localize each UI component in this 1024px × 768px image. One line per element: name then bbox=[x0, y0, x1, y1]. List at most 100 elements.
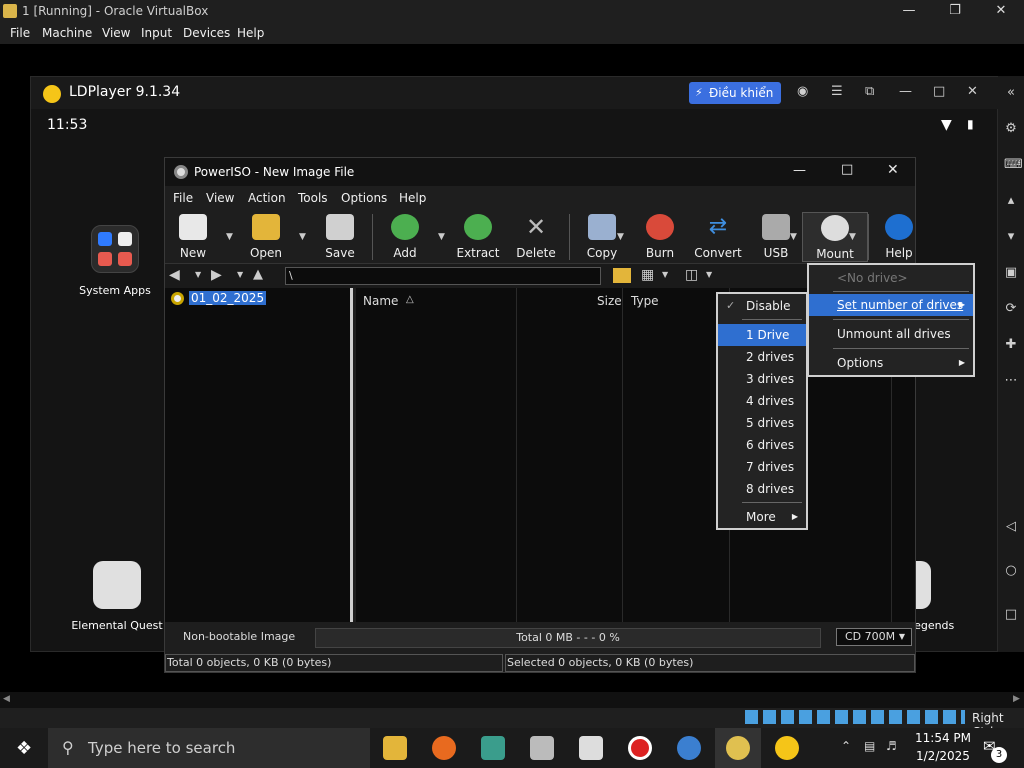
drives-8-item[interactable]: 8 drives bbox=[718, 478, 806, 500]
ldplayer-taskbar-icon[interactable] bbox=[775, 736, 799, 760]
copy-dropdown-arrow[interactable]: ▼ bbox=[617, 232, 624, 242]
network-icon[interactable]: ▤ bbox=[864, 739, 875, 753]
back-icon[interactable]: ◁ bbox=[1004, 520, 1018, 534]
column-name[interactable]: Name bbox=[363, 294, 398, 308]
fullscreen-icon[interactable]: ▣ bbox=[1004, 266, 1018, 280]
control-button[interactable]: Điều khiển bbox=[689, 82, 781, 104]
firefox-icon[interactable] bbox=[432, 736, 456, 760]
drives-disable-item[interactable]: ✓ Disable bbox=[718, 295, 806, 317]
column-type[interactable]: Type bbox=[631, 294, 659, 308]
layout-dropdown-arrow[interactable]: ▼ bbox=[706, 270, 712, 279]
account-icon[interactable]: ◉ bbox=[797, 84, 808, 99]
taskbar-date[interactable]: 1/2/2025 bbox=[916, 749, 970, 763]
elemental-quest-shortcut[interactable] bbox=[93, 561, 141, 609]
piso-minimize-button[interactable]: — bbox=[793, 163, 806, 178]
vm-scrollbar[interactable]: ◀ ▶ bbox=[0, 692, 1024, 708]
piso-menu-help[interactable]: Help bbox=[399, 191, 426, 205]
extract-button[interactable]: Extract bbox=[445, 212, 511, 262]
legends-app-icon[interactable] bbox=[915, 561, 931, 609]
ld-minimize-icon[interactable]: — bbox=[899, 84, 912, 99]
column-size[interactable]: Size bbox=[597, 294, 622, 308]
disc-type-select[interactable]: CD 700M ▼ bbox=[836, 628, 912, 646]
settings-icon[interactable]: ⚙ bbox=[1004, 122, 1018, 136]
view-dropdown-arrow[interactable]: ▼ bbox=[662, 270, 668, 279]
piso-menu-tools[interactable]: Tools bbox=[298, 191, 328, 205]
drives-5-item[interactable]: 5 drives bbox=[718, 412, 806, 434]
mount-button[interactable]: Mount bbox=[802, 212, 868, 262]
open-button[interactable]: Open bbox=[233, 212, 299, 262]
new-button[interactable]: New bbox=[160, 212, 226, 262]
sync-icon[interactable]: ⟳ bbox=[1004, 302, 1018, 316]
windows-start-icon[interactable]: ❖ bbox=[16, 738, 32, 759]
multi-window-icon[interactable]: ⧉ bbox=[865, 84, 874, 99]
taskbar-search[interactable]: ⚲ Type here to search bbox=[48, 728, 370, 768]
taskbar-time[interactable]: 11:54 PM bbox=[915, 731, 971, 745]
piso-close-button[interactable]: ✕ bbox=[887, 162, 899, 178]
back-arrow-icon[interactable]: ◀ bbox=[169, 267, 180, 283]
up-folder-icon[interactable]: ▲ bbox=[253, 267, 263, 282]
copy-button[interactable]: Copy bbox=[569, 212, 635, 262]
recents-icon[interactable]: □ bbox=[1004, 608, 1018, 622]
collapse-sidebar-icon[interactable]: « bbox=[1004, 86, 1018, 100]
menu-help[interactable]: Help bbox=[237, 26, 264, 40]
bootable-status[interactable]: Non-bootable Image bbox=[183, 630, 295, 643]
more-icon[interactable]: ⋯ bbox=[1004, 374, 1018, 388]
menu-file[interactable]: File bbox=[10, 26, 30, 40]
forward-dropdown-arrow[interactable]: ▼ bbox=[237, 270, 243, 279]
piso-maximize-button[interactable]: □ bbox=[841, 162, 853, 177]
ld-close-icon[interactable]: ✕ bbox=[967, 84, 978, 99]
poweriso-taskbar-icon[interactable] bbox=[726, 736, 750, 760]
volume-up-icon[interactable]: ▴ bbox=[1004, 194, 1018, 208]
new-dropdown-arrow[interactable]: ▼ bbox=[226, 232, 233, 242]
menu-view[interactable]: View bbox=[102, 26, 130, 40]
home-icon[interactable]: ○ bbox=[1004, 564, 1018, 578]
help-button[interactable]: Help bbox=[866, 212, 932, 262]
add-button[interactable]: Add bbox=[372, 212, 438, 262]
drives-3-item[interactable]: 3 drives bbox=[718, 368, 806, 390]
convert-button[interactable]: ⇄ Convert bbox=[685, 212, 751, 262]
scroll-right-icon[interactable]: ▶ bbox=[1013, 694, 1020, 704]
add-icon[interactable]: ✚ bbox=[1004, 338, 1018, 352]
menu-input[interactable]: Input bbox=[141, 26, 172, 40]
usb-dropdown-arrow[interactable]: ▼ bbox=[790, 232, 797, 242]
usb-button[interactable]: USB bbox=[743, 212, 809, 262]
add-dropdown-arrow[interactable]: ▼ bbox=[438, 232, 445, 242]
record-icon[interactable] bbox=[628, 736, 652, 760]
save-button[interactable]: Save bbox=[307, 212, 373, 262]
drives-more-item[interactable]: More ▶ bbox=[718, 506, 806, 528]
show-hidden-icons[interactable]: ⌃ bbox=[841, 739, 851, 753]
piso-menu-view[interactable]: View bbox=[206, 191, 234, 205]
piso-menu-file[interactable]: File bbox=[173, 191, 193, 205]
drives-4-item[interactable]: 4 drives bbox=[718, 390, 806, 412]
piso-menu-options[interactable]: Options bbox=[341, 191, 387, 205]
tree-item-root[interactable]: 01_02_2025 bbox=[171, 291, 267, 305]
hamburger-menu-icon[interactable]: ☰ bbox=[831, 84, 843, 99]
drives-1-item[interactable]: 1 Drive bbox=[718, 324, 806, 346]
forward-arrow-icon[interactable]: ▶ bbox=[211, 267, 222, 283]
menu-machine[interactable]: Machine bbox=[42, 26, 92, 40]
maximize-button[interactable]: ❐ bbox=[932, 0, 978, 23]
layout-icon[interactable]: ◫ bbox=[685, 267, 698, 283]
system-apps-shortcut[interactable] bbox=[91, 225, 139, 273]
burn-button[interactable]: Burn bbox=[627, 212, 693, 262]
ld-maximize-icon[interactable]: □ bbox=[933, 84, 945, 99]
drives-7-item[interactable]: 7 drives bbox=[718, 456, 806, 478]
delete-button[interactable]: ✕ Delete bbox=[503, 212, 569, 262]
keyboard-icon[interactable]: ⌨ bbox=[1004, 158, 1023, 172]
qbittorrent-icon[interactable] bbox=[677, 736, 701, 760]
device-status-icons[interactable] bbox=[745, 710, 965, 724]
mount-dropdown-arrow[interactable]: ▼ bbox=[849, 232, 856, 242]
close-button[interactable]: ✕ bbox=[978, 0, 1024, 23]
open-dropdown-arrow[interactable]: ▼ bbox=[299, 232, 306, 242]
vm-app-icon[interactable] bbox=[481, 736, 505, 760]
view-mode-icon[interactable]: ▦ bbox=[641, 267, 654, 283]
speaker-icon[interactable]: ♬ bbox=[886, 739, 897, 753]
path-input[interactable]: \ bbox=[285, 267, 601, 285]
minimize-button[interactable]: — bbox=[886, 0, 932, 23]
options-item[interactable]: Options ▶ bbox=[809, 352, 973, 374]
set-number-of-drives-item[interactable]: Set number of drives ▶ bbox=[809, 294, 973, 316]
rar-icon[interactable] bbox=[579, 736, 603, 760]
piso-menu-action[interactable]: Action bbox=[248, 191, 286, 205]
menu-devices[interactable]: Devices bbox=[183, 26, 230, 40]
scroll-left-icon[interactable]: ◀ bbox=[3, 694, 10, 704]
